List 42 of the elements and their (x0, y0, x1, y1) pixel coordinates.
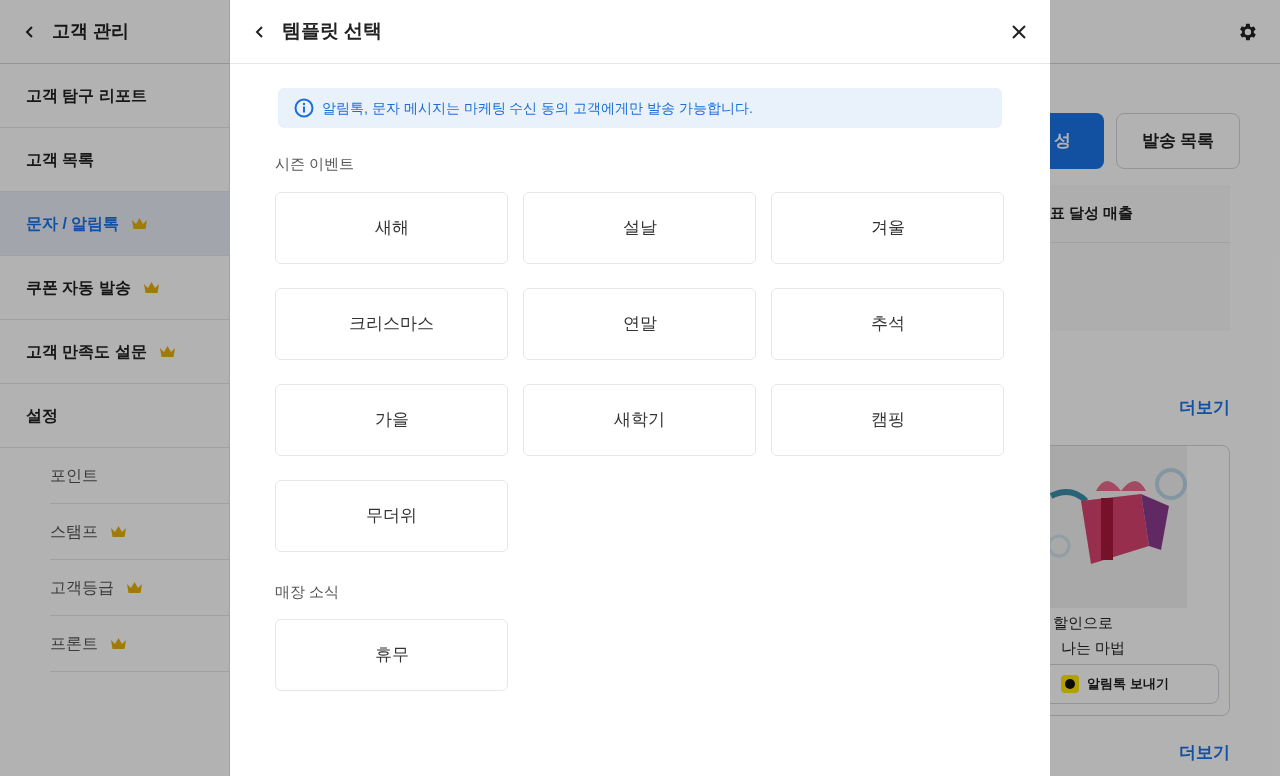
sidebar-subitem[interactable]: 스탬프 (50, 504, 229, 560)
sidebar-subitem[interactable]: 프론트 (50, 616, 229, 672)
template-button[interactable]: 연말 (523, 287, 756, 360)
template-button[interactable]: 휴무 (275, 619, 508, 691)
template-button[interactable]: 겨울 (771, 191, 1004, 264)
crown-icon (131, 217, 149, 230)
card-text: 할인으로 (1053, 613, 1113, 633)
template-button[interactable]: 설날 (523, 191, 756, 264)
template-button[interactable]: 크리스마스 (275, 287, 508, 360)
sidebar-item[interactable]: 쿠폰 자동 발송 (0, 256, 229, 320)
table-header: 표 달성 매출 (1050, 203, 1134, 224)
sidebar-subitem[interactable]: 포인트 (50, 448, 229, 504)
sidebar-subitem[interactable]: 고객등급 (50, 560, 229, 616)
template-button[interactable]: 추석 (771, 287, 1004, 360)
crown-icon (110, 525, 127, 538)
template-button[interactable]: 캠핑 (771, 383, 1004, 456)
close-icon[interactable] (1012, 24, 1026, 39)
sidebar-item[interactable]: 고객 탐구 리포트 (0, 64, 229, 128)
crown-icon (126, 581, 143, 594)
back-icon[interactable] (254, 24, 266, 39)
back-icon[interactable] (24, 24, 36, 39)
modal-title: 템플릿 선택 (282, 19, 383, 44)
crown-icon (158, 345, 176, 358)
info-icon (294, 98, 314, 118)
template-button[interactable]: 가을 (275, 383, 508, 456)
crown-icon (142, 281, 160, 294)
notice-text: 알림톡, 문자 메시지는 마케팅 수신 동의 고객에게만 발송 가능합니다. (322, 98, 753, 118)
card-text: 나는 마법 (1061, 638, 1126, 658)
template-button[interactable]: 새학기 (523, 383, 756, 456)
template-button[interactable]: 새해 (275, 191, 508, 264)
sidebar-item[interactable]: 설정 (0, 384, 229, 448)
more-link[interactable]: 더보기 (1179, 395, 1230, 421)
sidebar-title: 고객 관리 (52, 20, 129, 43)
sidebar-item[interactable]: 고객 만족도 설문 (0, 320, 229, 384)
more-link[interactable]: 더보기 (1179, 740, 1230, 766)
section-title: 매장 소식 (275, 581, 340, 602)
template-button[interactable]: 무더위 (275, 479, 508, 552)
send-list-button[interactable]: 발송 목록 (1116, 113, 1240, 169)
chat-icon (1061, 675, 1080, 693)
section-title: 시즌 이벤트 (275, 154, 355, 174)
crown-icon (110, 637, 127, 650)
primary-button[interactable]: 성 (1050, 113, 1104, 169)
